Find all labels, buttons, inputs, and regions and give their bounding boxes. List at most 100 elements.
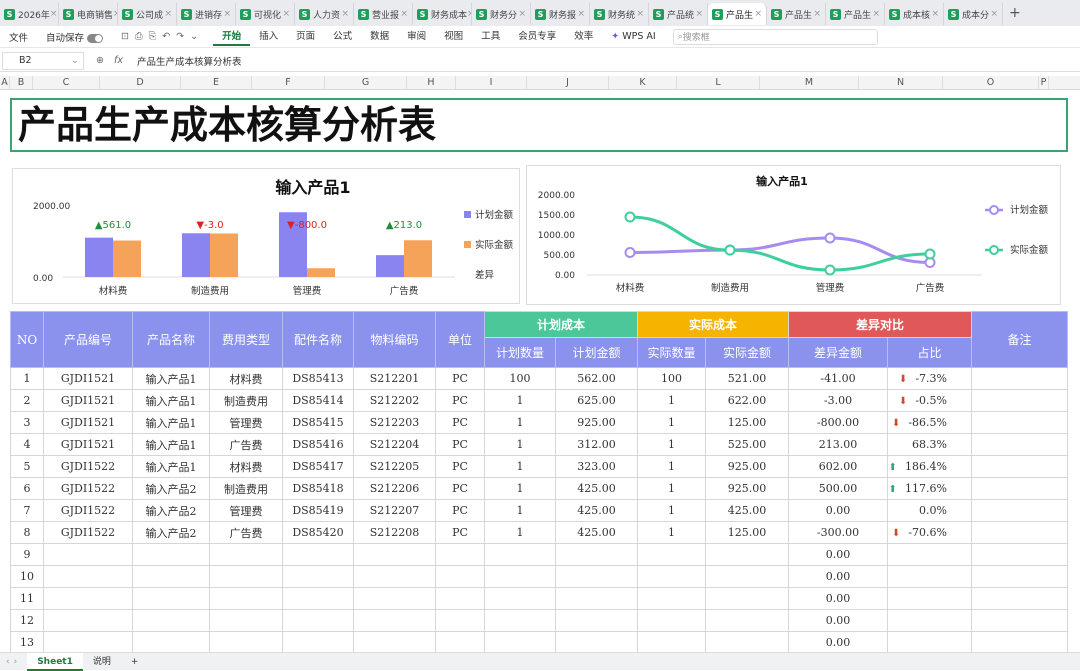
add-sheet-button[interactable]: + (121, 653, 149, 671)
doc-tab[interactable]: S 产品生 × (767, 3, 826, 25)
table-cell[interactable]: 925.00 (705, 477, 789, 500)
table-cell[interactable]: 1 (484, 389, 556, 412)
table-cell[interactable] (705, 609, 789, 632)
note-cell[interactable] (971, 389, 1068, 412)
close-icon[interactable]: × (636, 9, 644, 19)
table-cell[interactable] (637, 543, 706, 566)
note-cell[interactable] (971, 521, 1068, 544)
table-cell[interactable]: 9 (10, 543, 44, 566)
table-cell[interactable]: ⬇ -7.3% (887, 367, 972, 390)
table-cell[interactable] (209, 587, 283, 610)
table-cell[interactable]: S212204 (353, 433, 436, 456)
table-cell[interactable]: 1 (484, 455, 556, 478)
table-cell[interactable]: ⬇ -70.6% (887, 521, 972, 544)
table-cell[interactable] (353, 609, 436, 632)
formula-input[interactable]: 产品生产成本核算分析表 (137, 54, 242, 68)
table-cell[interactable]: 11 (10, 587, 44, 610)
doc-tab[interactable]: S 产品生 × (708, 3, 767, 25)
table-cell[interactable]: GJDI1521 (43, 433, 133, 456)
doc-tab[interactable]: S电商销售× (59, 3, 118, 25)
column-header-cell[interactable]: O (943, 76, 1039, 90)
column-header-cell[interactable]: B (10, 76, 33, 90)
table-cell[interactable]: PC (435, 433, 485, 456)
table-cell[interactable]: 0.00 (788, 565, 888, 588)
table-cell[interactable]: S212205 (353, 455, 436, 478)
sheet-nav-icon[interactable]: ‹› (0, 657, 27, 667)
table-cell[interactable] (353, 565, 436, 588)
table-cell[interactable] (282, 609, 354, 632)
table-cell[interactable] (43, 587, 133, 610)
table-cell[interactable] (484, 587, 556, 610)
table-cell[interactable] (637, 565, 706, 588)
table-cell[interactable]: GJDI1522 (43, 521, 133, 544)
table-cell[interactable] (209, 543, 283, 566)
table-cell[interactable]: 1 (637, 499, 706, 522)
sheet-title[interactable]: 产品生产成本核算分析表 (10, 98, 1068, 152)
table-cell[interactable] (887, 543, 972, 566)
table-cell[interactable]: 625.00 (555, 389, 638, 412)
table-cell[interactable]: S212203 (353, 411, 436, 434)
table-cell[interactable]: 6 (10, 477, 44, 500)
table-cell[interactable]: GJDI1521 (43, 367, 133, 390)
table-cell[interactable]: 12 (10, 609, 44, 632)
table-cell[interactable]: 1 (484, 521, 556, 544)
table-cell[interactable] (887, 609, 972, 632)
close-icon[interactable]: × (872, 9, 880, 19)
table-cell[interactable] (132, 587, 210, 610)
table-cell[interactable]: 525.00 (705, 433, 789, 456)
close-icon[interactable]: × (223, 9, 231, 19)
data-point[interactable] (924, 248, 936, 260)
table-cell[interactable]: -800.00 (788, 411, 888, 434)
table-cell[interactable]: 输入产品1 (132, 433, 210, 456)
table-cell[interactable]: 制造费用 (209, 477, 283, 500)
table-cell[interactable] (435, 631, 485, 654)
column-header-cell[interactable]: G (325, 76, 407, 90)
close-icon[interactable]: × (400, 9, 408, 19)
table-cell[interactable]: 1 (484, 477, 556, 500)
table-cell[interactable] (887, 587, 972, 610)
table-cell[interactable] (353, 543, 436, 566)
table-cell[interactable]: 925.00 (555, 411, 638, 434)
data-point[interactable] (624, 247, 636, 259)
column-header-cell[interactable]: C (33, 76, 100, 90)
menu-item[interactable]: 会员专享 (509, 28, 565, 46)
menu-item[interactable]: 页面 (287, 28, 324, 46)
doc-tab[interactable]: S 可视化 × (236, 3, 295, 25)
name-box[interactable]: B2 ⌄ (2, 51, 84, 70)
data-point[interactable] (624, 211, 636, 223)
table-cell[interactable]: 3 (10, 411, 44, 434)
autosave-toggle[interactable]: 自动保存 (37, 30, 112, 44)
table-cell[interactable]: 2 (10, 389, 44, 412)
menu-item[interactable]: 开始 (213, 28, 251, 46)
wps-ai-button[interactable]: ✦ WPS AI (602, 31, 664, 42)
table-cell[interactable]: DS85415 (282, 411, 354, 434)
table-cell[interactable]: 1 (637, 477, 706, 500)
table-cell[interactable]: S212201 (353, 367, 436, 390)
table-cell[interactable] (705, 565, 789, 588)
bar-chart[interactable]: 输入产品1 2000.00 0.00 材料费 ▲561.0 制造费用 ▼-3.0 管理费 ▼-8… (12, 168, 520, 304)
sheet-tab[interactable]: Sheet1 (27, 652, 83, 671)
table-cell[interactable] (555, 543, 638, 566)
close-icon[interactable]: × (50, 9, 58, 19)
table-cell[interactable]: 602.00 (788, 455, 888, 478)
table-cell[interactable] (435, 609, 485, 632)
column-header-cell[interactable]: D (100, 76, 181, 90)
table-cell[interactable]: ⬇ -86.5% (887, 411, 972, 434)
doc-tab[interactable]: S 成本分 × (944, 3, 1003, 25)
doc-tab[interactable]: S 财务报 × (531, 3, 590, 25)
bar[interactable] (404, 240, 432, 277)
menu-item[interactable]: 插入 (250, 28, 287, 46)
menu-item[interactable]: 工具 (472, 28, 509, 46)
table-cell[interactable]: 925.00 (705, 455, 789, 478)
table-cell[interactable]: 7 (10, 499, 44, 522)
close-icon[interactable]: × (990, 9, 998, 19)
table-cell[interactable] (43, 565, 133, 588)
zoom-icon[interactable]: ⊕ (96, 55, 104, 66)
table-cell[interactable]: GJDI1522 (43, 477, 133, 500)
table-cell[interactable]: 425.00 (705, 499, 789, 522)
doc-tab[interactable]: S财务成本× (413, 3, 472, 25)
table-cell[interactable] (637, 587, 706, 610)
column-header-cell[interactable]: L (677, 76, 760, 90)
note-cell[interactable] (971, 565, 1068, 588)
table-cell[interactable]: 0.00 (788, 631, 888, 654)
